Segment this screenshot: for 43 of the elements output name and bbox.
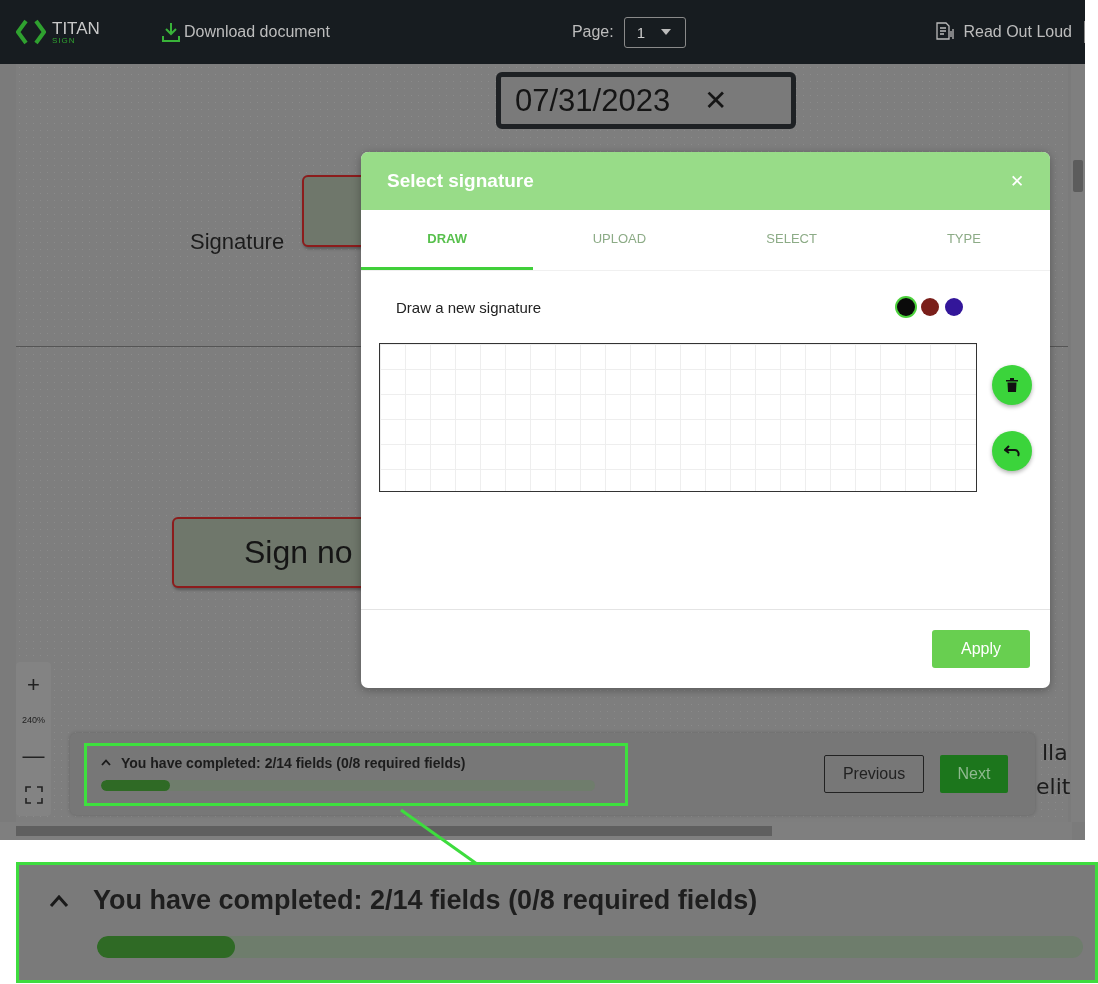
- logo-name: TITAN: [52, 19, 100, 37]
- tab[interactable]: SELECT: [705, 210, 878, 270]
- zoom-in-button[interactable]: +: [27, 673, 40, 696]
- tab[interactable]: UPLOAD: [533, 210, 706, 270]
- scrollbar-thumb[interactable]: [16, 826, 772, 836]
- logo-subtitle: SIGN: [52, 36, 77, 45]
- logo-icon: [16, 19, 46, 45]
- zoom-level: 240%: [22, 715, 45, 726]
- clear-button[interactable]: ✕: [704, 84, 728, 117]
- fullscreen-icon[interactable]: [24, 786, 43, 805]
- read-aloud-button[interactable]: Read Out Loud: [935, 22, 1072, 42]
- apply-button[interactable]: Apply: [932, 630, 1030, 668]
- zoom-out-button[interactable]: —: [22, 744, 45, 767]
- document-speaker-icon: [935, 22, 956, 42]
- instruction-text: Draw a new signature: [396, 298, 542, 316]
- delete-button[interactable]: [992, 365, 1032, 405]
- next-button[interactable]: Next: [940, 755, 1008, 793]
- tab[interactable]: TYPE: [877, 210, 1050, 270]
- color-swatch[interactable]: [897, 298, 915, 316]
- caret-icon: [660, 29, 671, 35]
- vertical-scrollbar[interactable]: [1071, 64, 1085, 822]
- color-swatch[interactable]: [945, 298, 963, 316]
- undo-button[interactable]: [992, 431, 1032, 471]
- dialog-title: Select signature: [387, 170, 534, 192]
- undo-icon: [1004, 445, 1020, 457]
- download-button[interactable]: Download document: [162, 22, 330, 42]
- document-text: elit: [1036, 774, 1071, 799]
- chevron-up-icon[interactable]: [101, 759, 111, 766]
- chevron-up-icon: [49, 894, 69, 907]
- scrollbar-thumb[interactable]: [1073, 160, 1083, 192]
- color-swatch[interactable]: [921, 298, 939, 316]
- previous-button[interactable]: Previous: [824, 755, 924, 793]
- signature-label: Signature: [190, 229, 285, 255]
- progress-text: You have completed: 2/14 fields (0/8 required fields): [121, 754, 466, 771]
- document-text: lla: [1042, 740, 1068, 765]
- page-label: Page:: [571, 23, 614, 41]
- download-icon: [162, 22, 180, 42]
- trash-icon: [1006, 378, 1018, 392]
- horizontal-scrollbar[interactable]: [0, 822, 1072, 840]
- tab[interactable]: DRAW: [361, 210, 534, 270]
- page-dropdown[interactable]: 1: [623, 16, 686, 48]
- progress-text: You have completed: 2/14 fields (0/8 required fields): [93, 885, 758, 916]
- date-field[interactable]: 07/31/2023 ✕: [496, 72, 796, 129]
